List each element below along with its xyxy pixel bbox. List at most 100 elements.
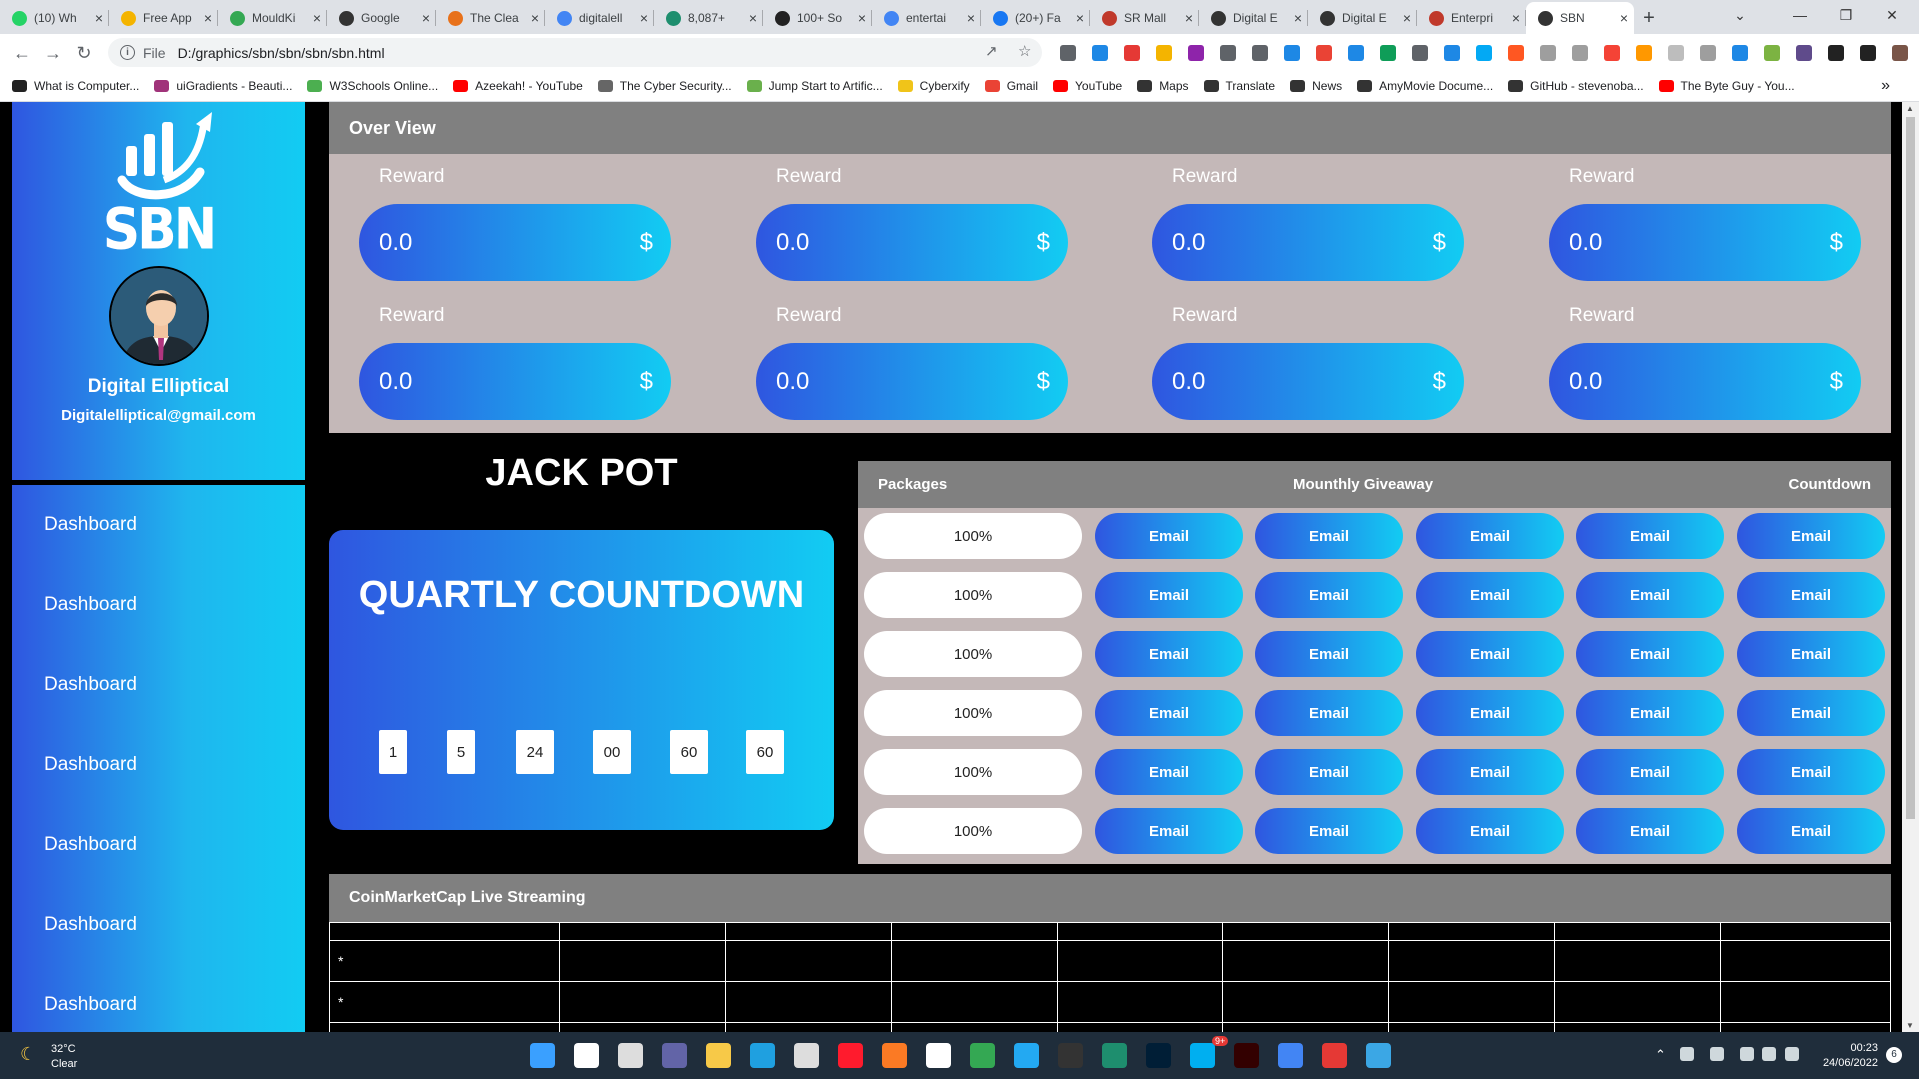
- email-button[interactable]: Email: [1095, 749, 1243, 795]
- email-button[interactable]: Email: [1737, 808, 1885, 854]
- bookmark-item[interactable]: uiGradients - Beauti...: [154, 79, 292, 93]
- email-button[interactable]: Email: [1095, 513, 1243, 559]
- browser-tab[interactable]: Google ×: [327, 2, 436, 34]
- email-button[interactable]: Email: [1095, 572, 1243, 618]
- photoshop-icon[interactable]: [1146, 1043, 1171, 1068]
- bookmark-star-icon[interactable]: ☆: [1018, 42, 1031, 60]
- browser-tab[interactable]: (10) Wh ×: [0, 2, 109, 34]
- email-button[interactable]: Email: [1255, 808, 1403, 854]
- browser-tab[interactable]: 8,087+ ×: [654, 2, 763, 34]
- browser-tab[interactable]: Digital E ×: [1199, 2, 1308, 34]
- mic-icon[interactable]: [1710, 1047, 1724, 1061]
- extension-icon[interactable]: [1700, 45, 1716, 61]
- extension-icon[interactable]: [1668, 45, 1684, 61]
- new-tab-button[interactable]: +: [1634, 2, 1664, 34]
- browser-tab[interactable]: Digital E ×: [1308, 2, 1417, 34]
- browser-tab[interactable]: SBN ×: [1526, 2, 1634, 34]
- package-percent[interactable]: 100%: [864, 631, 1082, 677]
- bookmark-item[interactable]: AmyMovie Docume...: [1357, 79, 1493, 93]
- extension-icon[interactable]: [1220, 45, 1236, 61]
- reload-icon[interactable]: ↻: [72, 41, 96, 65]
- extension-icon[interactable]: [1156, 45, 1172, 61]
- email-button[interactable]: Email: [1737, 631, 1885, 677]
- bookmark-item[interactable]: The Cyber Security...: [597, 79, 732, 93]
- email-button[interactable]: Email: [1095, 631, 1243, 677]
- chevron-up-icon[interactable]: ⌃: [1655, 1047, 1666, 1063]
- package-percent[interactable]: 100%: [864, 808, 1082, 854]
- email-button[interactable]: Email: [1416, 572, 1564, 618]
- email-button[interactable]: Email: [1576, 808, 1724, 854]
- close-icon[interactable]: ×: [749, 10, 757, 26]
- window-close-icon[interactable]: ✕: [1869, 0, 1915, 30]
- opera-icon[interactable]: [838, 1043, 863, 1068]
- file-explorer-icon[interactable]: [706, 1043, 731, 1068]
- page-scrollbar[interactable]: ▲ ▼: [1902, 102, 1919, 1032]
- email-button[interactable]: Email: [1416, 749, 1564, 795]
- extension-icon[interactable]: [1412, 45, 1428, 61]
- scrollbar-thumb[interactable]: [1906, 117, 1915, 819]
- email-button[interactable]: Email: [1416, 808, 1564, 854]
- close-icon[interactable]: ×: [422, 10, 430, 26]
- extension-icon[interactable]: [1860, 45, 1876, 61]
- extension-icon[interactable]: [1540, 45, 1556, 61]
- extension-icon[interactable]: [1380, 45, 1396, 61]
- sidebar-item-dashboard[interactable]: Dashboard: [44, 645, 305, 725]
- extension-icon[interactable]: [1252, 45, 1268, 61]
- email-button[interactable]: Email: [1737, 513, 1885, 559]
- browser-tab[interactable]: entertai ×: [872, 2, 981, 34]
- email-button[interactable]: Email: [1255, 749, 1403, 795]
- close-icon[interactable]: ×: [640, 10, 648, 26]
- illustrator-icon[interactable]: [1234, 1043, 1259, 1068]
- battery-icon[interactable]: [1785, 1047, 1799, 1061]
- notepad-icon[interactable]: [1366, 1043, 1391, 1068]
- close-icon[interactable]: ×: [204, 10, 212, 26]
- email-button[interactable]: Email: [1576, 513, 1724, 559]
- email-button[interactable]: Email: [1576, 690, 1724, 736]
- browser-tab[interactable]: 100+ So ×: [763, 2, 872, 34]
- email-button[interactable]: Email: [1255, 572, 1403, 618]
- terminal-icon[interactable]: [1058, 1043, 1083, 1068]
- email-button[interactable]: Email: [1416, 690, 1564, 736]
- vscode-icon[interactable]: [1014, 1043, 1039, 1068]
- bookmark-item[interactable]: Gmail: [984, 79, 1038, 93]
- extension-icon[interactable]: [1572, 45, 1588, 61]
- weather-condition[interactable]: Clear: [51, 1058, 77, 1070]
- info-icon[interactable]: i: [120, 45, 135, 60]
- browser-tab[interactable]: (20+) Fa ×: [981, 2, 1090, 34]
- notification-count[interactable]: 6: [1886, 1047, 1902, 1063]
- sidebar-item-dashboard[interactable]: Dashboard: [44, 485, 305, 565]
- extension-icon[interactable]: [1316, 45, 1332, 61]
- close-icon[interactable]: ×: [967, 10, 975, 26]
- sidebar-item-dashboard[interactable]: Dashboard: [44, 965, 305, 1032]
- search-icon[interactable]: [574, 1043, 599, 1068]
- bookmark-item[interactable]: Maps: [1137, 79, 1189, 93]
- bookmark-item[interactable]: YouTube: [1053, 79, 1122, 93]
- close-icon[interactable]: ×: [95, 10, 103, 26]
- email-button[interactable]: Email: [1576, 572, 1724, 618]
- bookmark-item[interactable]: Jump Start to Artific...: [746, 79, 883, 93]
- reward-value-pill[interactable]: 0.0 $: [1549, 343, 1861, 420]
- browser-tab[interactable]: digitalell ×: [545, 2, 654, 34]
- back-icon[interactable]: ←: [10, 41, 34, 65]
- extension-icon[interactable]: [1892, 45, 1908, 61]
- chrome-icon[interactable]: [1278, 1043, 1303, 1068]
- extension-icon[interactable]: [1828, 45, 1844, 61]
- address-bar[interactable]: i File D:/graphics/sbn/sbn/sbn/sbn.html: [108, 38, 1042, 67]
- minimize-icon[interactable]: —: [1777, 0, 1823, 30]
- email-button[interactable]: Email: [1737, 572, 1885, 618]
- bookmark-item[interactable]: The Byte Guy - You...: [1658, 79, 1795, 93]
- extension-icon[interactable]: [1444, 45, 1460, 61]
- share-icon[interactable]: ↗: [985, 42, 998, 60]
- wifi-icon[interactable]: [1740, 1047, 1754, 1061]
- extension-icon[interactable]: [1348, 45, 1364, 61]
- close-icon[interactable]: ×: [1294, 10, 1302, 26]
- bookmark-item[interactable]: What is Computer...: [12, 79, 139, 93]
- email-button[interactable]: Email: [1416, 631, 1564, 677]
- windows-start-icon[interactable]: [530, 1043, 555, 1068]
- reward-value-pill[interactable]: 0.0 $: [1152, 204, 1464, 281]
- close-icon[interactable]: ×: [1076, 10, 1084, 26]
- extension-icon[interactable]: [1124, 45, 1140, 61]
- close-icon[interactable]: ×: [313, 10, 321, 26]
- email-button[interactable]: Email: [1095, 690, 1243, 736]
- email-button[interactable]: Email: [1095, 808, 1243, 854]
